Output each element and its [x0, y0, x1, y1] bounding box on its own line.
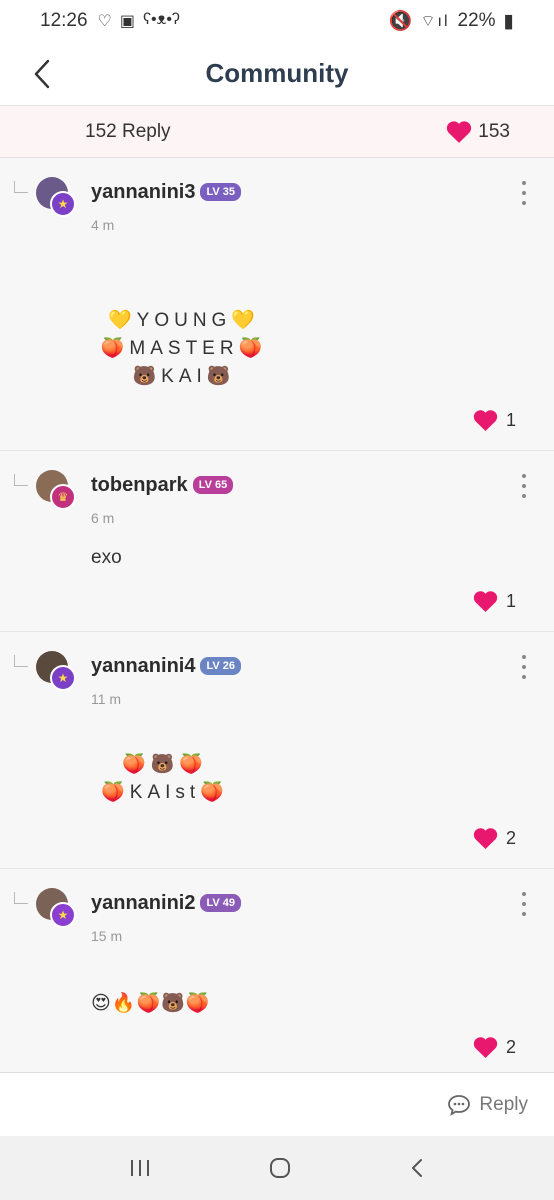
system-back-icon[interactable]	[409, 1157, 425, 1179]
star-icon: ★	[50, 902, 76, 928]
level-badge: LV 26	[200, 657, 242, 675]
comment-username[interactable]: yannanini4 LV 26	[91, 655, 242, 678]
comment-item: ★ yannanini2 LV 49 15 m 😍🔥🍑🐻🍑 2	[0, 870, 554, 1072]
battery-icon: ▮	[503, 10, 514, 32]
level-badge: LV 65	[192, 476, 234, 494]
system-nav-bar	[0, 1136, 554, 1200]
star-icon: ★	[50, 191, 76, 217]
status-time: 12:26	[40, 10, 88, 31]
thread-branch	[14, 655, 28, 667]
reply-button[interactable]: Reply	[447, 1094, 528, 1116]
more-options-icon[interactable]	[514, 472, 534, 500]
heart-icon	[473, 1037, 498, 1058]
heart-icon	[473, 828, 498, 849]
reply-count: 152 Reply	[85, 120, 171, 142]
comment-time: 6 m	[91, 510, 115, 526]
post-like-count: 153	[478, 120, 510, 142]
post-like-button[interactable]: 153	[446, 120, 510, 143]
comment-username[interactable]: yannanini3 LV 35	[91, 181, 242, 204]
comment-like-count: 1	[505, 590, 516, 611]
comment-like-count: 1	[505, 409, 516, 430]
comment-body: 😍🔥🍑🐻🍑	[91, 993, 211, 1014]
comment-item: ★ yannanini4 LV 26 11 m 🍑🐻🍑 🍑KAIst🍑 2	[0, 633, 554, 869]
thread-branch	[14, 181, 28, 193]
comment-like-count: 2	[505, 1036, 516, 1057]
comment-like-button[interactable]: 1	[473, 590, 516, 612]
comment-like-button[interactable]: 1	[473, 409, 516, 431]
page-title: Community	[205, 58, 349, 88]
comment-time: 11 m	[91, 691, 122, 707]
reply-bar: Reply	[0, 1072, 554, 1136]
comment-username[interactable]: tobenpark LV 65	[91, 474, 234, 497]
comment-item: ★ yannanini3 LV 35 4 m 💛YOUNG💛 🍑MASTER🍑 🐻…	[0, 159, 554, 451]
back-button[interactable]	[22, 54, 62, 94]
heart-icon	[473, 410, 498, 431]
notification-icon: ♡	[97, 13, 112, 30]
star-icon: ★	[50, 665, 76, 691]
more-options-icon[interactable]	[514, 653, 534, 681]
recent-apps-icon[interactable]	[129, 1158, 151, 1178]
crown-icon: ♛	[50, 484, 76, 510]
chevron-left-icon	[34, 59, 50, 89]
reply-summary-bar: 152 Reply 153	[0, 106, 554, 158]
heart-icon	[473, 591, 498, 612]
reply-button-label: Reply	[479, 1093, 528, 1115]
level-badge: LV 49	[200, 894, 242, 912]
gallery-icon: ▣	[119, 13, 136, 30]
battery-level: 22%	[457, 10, 496, 31]
thread-branch	[14, 474, 28, 486]
mute-icon: 🔇	[388, 11, 413, 32]
comment-time: 4 m	[91, 217, 115, 233]
wifi-signal-icon: ⌔ıl	[420, 13, 450, 30]
heart-icon	[447, 121, 472, 143]
comment-body: 🍑🐻🍑 🍑KAIst🍑	[101, 754, 229, 803]
app-header: Community	[0, 42, 554, 106]
more-options-icon[interactable]	[514, 890, 534, 918]
comment-body: 💛YOUNG💛 🍑MASTER🍑 🐻KAI🐻	[100, 310, 268, 387]
bear-app-icon: ʕ•ᴥ•ʔ	[143, 11, 180, 28]
comment-like-button[interactable]: 2	[473, 827, 516, 849]
comment-time: 15 m	[91, 928, 123, 944]
comment-body: exo	[91, 547, 122, 568]
home-icon[interactable]	[268, 1156, 292, 1180]
thread-branch	[14, 892, 28, 904]
comment-item: ♛ tobenpark LV 65 6 m exo 1	[0, 452, 554, 632]
level-badge: LV 35	[200, 183, 242, 201]
status-bar: 12:26 ♡ ▣ ʕ•ᴥ•ʔ 🔇 ⌔ıl 22% ▮	[0, 0, 554, 42]
comment-username[interactable]: yannanini2 LV 49	[91, 892, 242, 915]
more-options-icon[interactable]	[514, 179, 534, 207]
chat-bubble-icon	[448, 1094, 471, 1116]
comment-like-button[interactable]: 2	[473, 1036, 516, 1058]
comment-like-count: 2	[505, 827, 516, 848]
